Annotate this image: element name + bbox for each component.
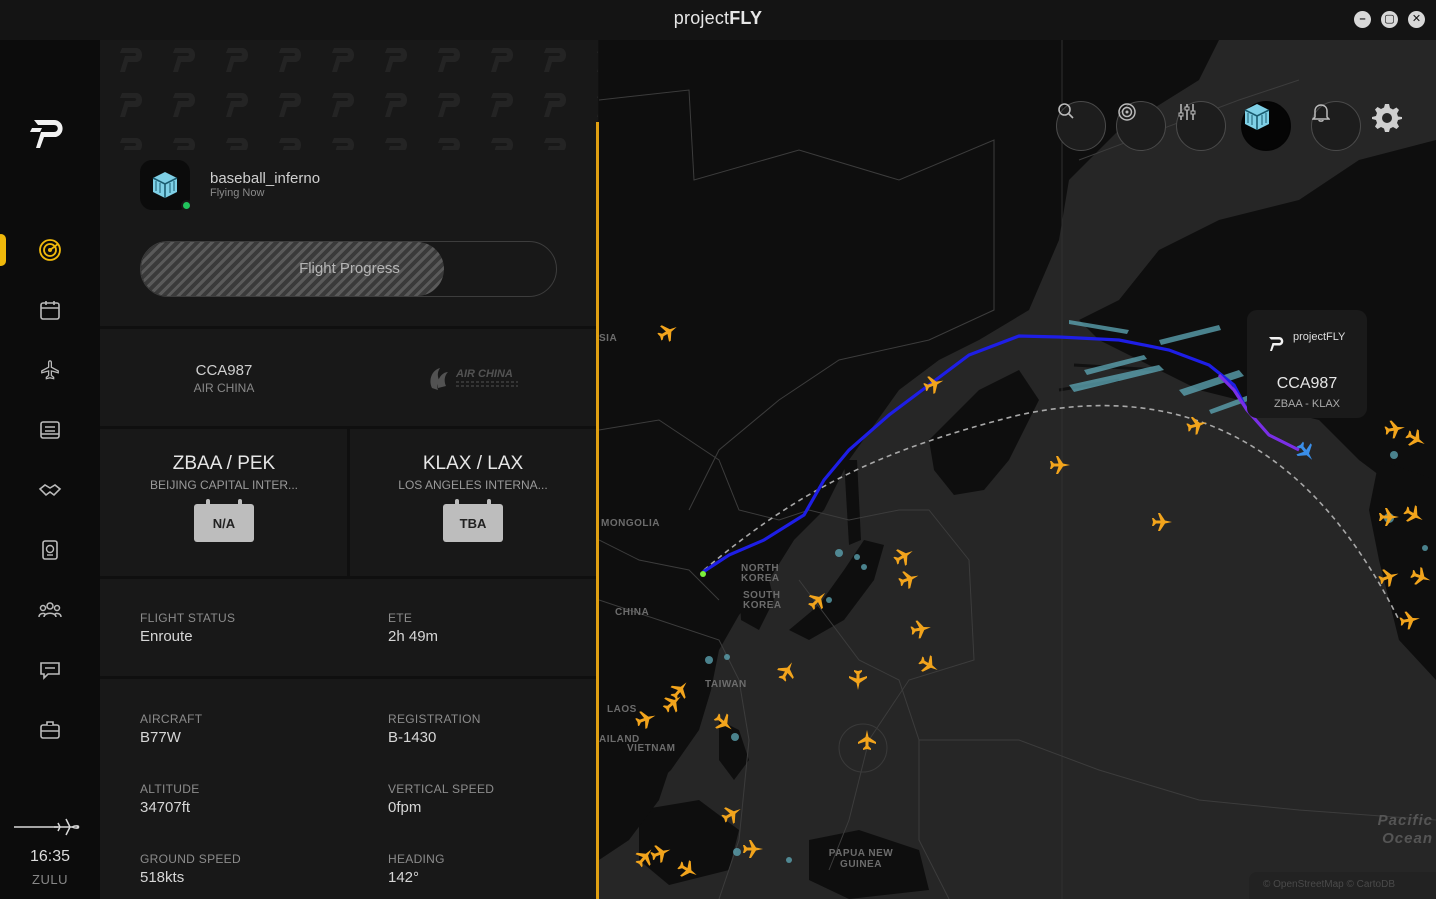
- map-profile-button[interactable]: [1241, 101, 1291, 151]
- online-status-dot: [181, 200, 192, 211]
- svg-text:AIR CHINA: AIR CHINA: [455, 368, 513, 380]
- kamchatka-landmass: [929, 370, 1039, 495]
- maximize-button[interactable]: ▢: [1381, 11, 1398, 28]
- app-title: projectFLY: [673, 8, 763, 28]
- community-icon[interactable]: [36, 596, 64, 624]
- vertical-speed-label: VERTICAL SPEED: [388, 782, 495, 796]
- heading-label: HEADING: [388, 852, 445, 866]
- passport-icon[interactable]: [36, 536, 64, 564]
- cube-avatar-icon: [1244, 104, 1270, 130]
- flight-status-value: Enroute: [140, 628, 193, 645]
- north-america-landmass: [1369, 460, 1436, 680]
- radar-icon[interactable]: [36, 236, 64, 264]
- map-notifications-button[interactable]: [1311, 101, 1361, 151]
- divider: [100, 576, 598, 579]
- handshake-icon[interactable]: [36, 476, 64, 504]
- air-china-logo: AIR CHINA: [430, 368, 518, 390]
- map-canvas[interactable]: [599, 40, 1436, 899]
- map-label-laos: LAOS: [607, 704, 637, 715]
- tracked-aircraft-icon: [1296, 441, 1313, 460]
- map-label-mongolia: MONGOLIA: [601, 518, 660, 529]
- asia-landmass: [599, 40, 1219, 810]
- map-attribution[interactable]: © OpenStreetMap © CartoDB: [1249, 872, 1436, 899]
- flight-status-label: FLIGHT STATUS: [140, 611, 236, 625]
- popup-flight-number: CCA987: [1276, 375, 1338, 392]
- departure-time-badge: N/A: [194, 499, 254, 542]
- calendar-icon[interactable]: [36, 296, 64, 324]
- departure-airport-code: ZBAA / PEK: [172, 453, 276, 474]
- registration-label: REGISTRATION: [388, 712, 481, 726]
- heading-value: 142°: [388, 869, 420, 886]
- sakhalin-landmass: [844, 460, 861, 545]
- projectfly-logo-icon[interactable]: [30, 110, 70, 150]
- active-nav-indicator: [0, 234, 6, 266]
- airline-name: AIR CHINA: [193, 381, 255, 395]
- altitude-label: ALTITUDE: [140, 782, 200, 796]
- flight-progress-label: Flight Progress: [299, 260, 400, 277]
- nav-rail: 16:35 ZULU: [0, 40, 100, 899]
- flight-number: CCA987: [195, 362, 253, 379]
- bell-icon: [1312, 104, 1330, 122]
- ground-speed-label: GROUND SPEED: [140, 852, 241, 866]
- arrival-airport-name: LOS ANGELES INTERNA...: [398, 478, 548, 492]
- flight-panel: baseball_inferno Flying Now Flight Progr…: [100, 40, 598, 899]
- origin-marker: [700, 571, 706, 577]
- projectfly-logo-icon: [1269, 337, 1284, 351]
- map-label-north-korea: NORTH KOREA: [741, 563, 780, 584]
- search-icon: [1058, 103, 1074, 119]
- divider: [347, 426, 350, 576]
- philippines-landmass: [719, 720, 749, 780]
- map-label-taiwan: TAIWAN: [705, 679, 747, 690]
- popup-brand: projectFLY: [1293, 331, 1346, 343]
- cube-avatar-icon: [152, 172, 178, 198]
- map-label-vietnam: VIETNAM: [627, 743, 676, 754]
- ground-speed-value: 518kts: [140, 869, 185, 886]
- radar-icon: [1118, 103, 1136, 121]
- gear-icon: [1372, 104, 1402, 132]
- airplane-icon[interactable]: [36, 356, 64, 384]
- map-radar-button[interactable]: [1116, 101, 1166, 151]
- arrival-airport-code: KLAX / LAX: [422, 453, 524, 474]
- divider: [100, 676, 598, 679]
- aircraft-value: B77W: [140, 729, 181, 746]
- pilot-username[interactable]: baseball_inferno: [210, 170, 320, 187]
- logbook-icon[interactable]: [36, 416, 64, 444]
- flight-map[interactable]: SIA MONGOLIA CHINA NORTH KOREA SOUTH KOR…: [599, 40, 1436, 899]
- map-label-russia: SIA: [599, 333, 618, 344]
- altitude-value: 34707ft: [140, 799, 191, 816]
- aircraft-label: AIRCRAFT: [140, 712, 203, 726]
- popup-route: ZBAA - KLAX: [1273, 398, 1341, 410]
- minimize-button[interactable]: –: [1354, 11, 1371, 28]
- map-settings-button[interactable]: [1371, 101, 1421, 151]
- clock-plane-icon: [14, 818, 80, 836]
- vertical-speed-value: 0fpm: [388, 799, 422, 816]
- panel-pattern: [100, 40, 598, 150]
- map-filters-button[interactable]: [1176, 101, 1226, 151]
- flight-progress-bar: Flight Progress: [140, 241, 557, 297]
- arrival-time-badge: TBA: [443, 499, 503, 542]
- flight-info-popup[interactable]: projectFLY CCA987 ZBAA - KLAX: [1247, 310, 1367, 418]
- divider: [100, 326, 598, 329]
- zulu-clock-time: 16:35: [29, 848, 71, 865]
- ete-label: ETE: [388, 611, 413, 625]
- map-label-papua: PAPUA NEW GUINEA: [828, 848, 894, 870]
- title-bar: projectFLY – ▢ ✕: [0, 0, 1436, 40]
- map-search-button[interactable]: [1056, 101, 1106, 151]
- briefcase-icon[interactable]: [36, 716, 64, 744]
- registration-value: B-1430: [388, 729, 437, 746]
- ete-value: 2h 49m: [388, 628, 439, 645]
- zulu-clock-label: ZULU: [32, 872, 68, 887]
- sliders-icon: [1178, 104, 1196, 120]
- map-label-china: CHINA: [615, 607, 650, 618]
- departure-airport-name: BEIJING CAPITAL INTER...: [149, 478, 299, 492]
- close-button[interactable]: ✕: [1408, 11, 1425, 28]
- pilot-status: Flying Now: [210, 187, 265, 199]
- map-label-ocean: Pacific Ocean: [1377, 812, 1433, 847]
- map-label-south-korea: SOUTH KOREA: [743, 590, 782, 611]
- chat-icon[interactable]: [36, 656, 64, 684]
